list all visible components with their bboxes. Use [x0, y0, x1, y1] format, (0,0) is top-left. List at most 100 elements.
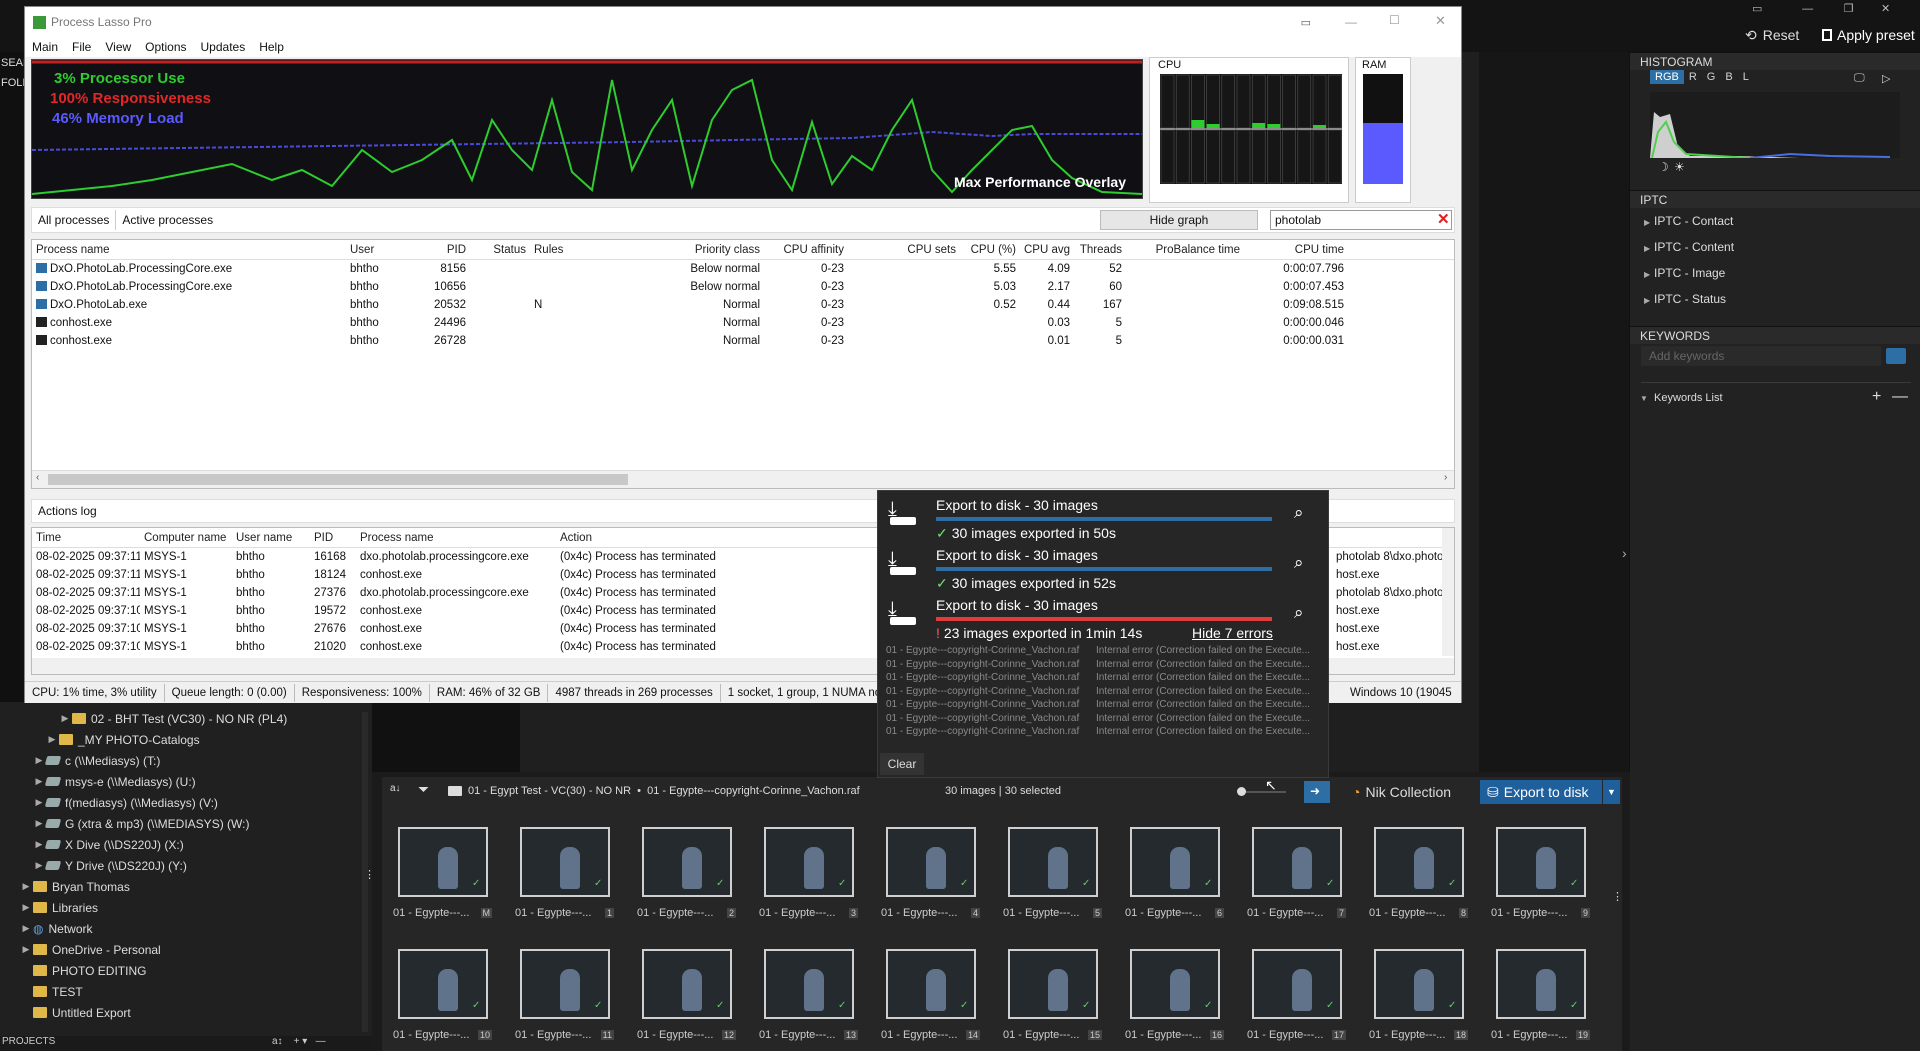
add-keywords-input[interactable]: Add keywords [1641, 346, 1881, 366]
expand-right-panel-icon[interactable]: › [1622, 545, 1627, 561]
sort-icon[interactable]: a↓ [390, 783, 401, 794]
table-row[interactable]: DxO.PhotoLab.ProcessingCore.exe bhtho 1065… [32, 278, 1454, 296]
thumbnail[interactable]: ✓ 01 - Egypte---... 9 [1484, 815, 1596, 923]
soft-proof-icon[interactable]: ▷ [1882, 72, 1890, 85]
chevron-right-icon[interactable]: ▶ [19, 881, 33, 892]
sort-icon[interactable]: a↕ + ▾ — [272, 1036, 326, 1047]
tree-item[interactable]: ▶ G (xtra & mp3) (\\MEDIASYS) (W:) [0, 813, 372, 834]
channel-rgb[interactable]: RGB [1650, 70, 1684, 84]
tree-item[interactable]: ▶ ◍ Network [0, 918, 372, 939]
tree-item[interactable]: PHOTO EDITING [0, 960, 372, 981]
log-vscrollbar[interactable] [1442, 528, 1454, 656]
nik-collection-button[interactable]: ◔ Nik Collection [1352, 781, 1451, 803]
tree-item[interactable]: ▶ 02 - BHT Test (VC30) - NO NR (PL4) [0, 708, 372, 729]
iptc-image-section[interactable]: ▶ IPTC - Image [1630, 260, 1920, 286]
chevron-right-icon[interactable]: ▶ [32, 839, 46, 850]
menu-help[interactable]: Help [252, 40, 291, 54]
chevron-right-icon[interactable]: ▶ [32, 818, 46, 829]
channel-r[interactable]: R [1684, 70, 1702, 84]
overlay-toggle-icon[interactable]: ▭ [1301, 16, 1311, 29]
column-header[interactable]: Computer name [140, 532, 232, 544]
shadow-clip-icon[interactable]: ☽ [1658, 160, 1669, 174]
scroll-left-icon[interactable]: ‹ [36, 472, 39, 483]
keywords-tree-icon[interactable] [1886, 348, 1906, 364]
export-to-disk-button[interactable]: ⛁ Export to disk [1480, 780, 1602, 804]
chevron-right-icon[interactable]: ▶ [32, 860, 46, 871]
column-header[interactable]: Rules [530, 244, 638, 256]
tree-item[interactable]: ▶ c (\\Mediasys) (T:) [0, 750, 372, 771]
thumbnail[interactable]: ✓ 01 - Egypte---... 10 [386, 937, 498, 1045]
window-controls[interactable]: ▭ — ❐ ✕ [1752, 2, 1890, 15]
keywords-list-toggle[interactable]: ▼ Keywords List [1640, 392, 1723, 404]
thumbnail[interactable]: ✓ 01 - Egypte---... 13 [752, 937, 864, 1045]
column-header[interactable]: PID [310, 532, 356, 544]
process-search-input[interactable]: photolab [1270, 210, 1452, 230]
maximize-icon[interactable]: ☐ [1389, 13, 1400, 27]
column-header[interactable]: Status [470, 244, 530, 256]
thumbnail[interactable]: ✓ 01 - Egypte---... 18 [1362, 937, 1474, 1045]
chevron-right-icon[interactable]: ▶ [32, 755, 46, 766]
hide-errors-link[interactable]: Hide 7 errors [1192, 625, 1273, 641]
actions-log-tab[interactable]: Actions log [32, 501, 103, 521]
apply-preset-button[interactable]: Apply preset [1822, 24, 1915, 46]
hide-graph-button[interactable]: Hide graph [1100, 210, 1258, 230]
menu-file[interactable]: File [65, 40, 98, 54]
export-dropdown-button[interactable]: ▼ [1603, 780, 1620, 804]
thumbnail[interactable]: ✓ 01 - Egypte---... 2 [630, 815, 742, 923]
clear-search-icon[interactable]: ✕ [1437, 210, 1450, 228]
channel-g[interactable]: G [1702, 70, 1721, 84]
thumbnail[interactable]: ✓ 01 - Egypte---... 6 [1118, 815, 1230, 923]
thumbnail[interactable]: ✓ 01 - Egypte---... 8 [1362, 815, 1474, 923]
table-row[interactable]: DxO.PhotoLab.exe bhtho 20532 N Normal 0-23 0.5… [32, 296, 1454, 314]
add-keyword-icon[interactable]: + [1872, 388, 1881, 406]
column-header[interactable]: Process name [32, 244, 346, 256]
thumbnail[interactable]: ✓ 01 - Egypte---... M [386, 815, 498, 923]
tree-item[interactable]: ▶ X Dive (\\DS220J) (X:) [0, 834, 372, 855]
panel-resize-handle[interactable]: ⋮ [364, 868, 375, 881]
column-header[interactable]: CPU time [1244, 244, 1348, 256]
thumbnail[interactable]: ✓ 01 - Egypte---... 11 [508, 937, 620, 1045]
menu-main[interactable]: Main [25, 40, 65, 54]
iptc-content-section[interactable]: ▶ IPTC - Content [1630, 234, 1920, 260]
thumb-size-slider[interactable] [1237, 787, 1286, 796]
column-header[interactable]: CPU avg [1020, 244, 1074, 256]
thumbnail[interactable]: ✓ 01 - Egypte---... 19 [1484, 937, 1596, 1045]
column-header[interactable]: ProBalance time [1126, 244, 1244, 256]
tab-all-processes[interactable]: All processes [32, 210, 117, 230]
table-row[interactable]: conhost.exe bhtho 24496 Normal 0-23 0.03 5 0:00… [32, 314, 1454, 332]
thumbnail[interactable]: ✓ 01 - Egypte---... 14 [874, 937, 986, 1045]
tree-item[interactable]: ▶ _MY PHOTO-Catalogs [0, 729, 372, 750]
column-header[interactable]: CPU sets [848, 244, 960, 256]
breadcrumb[interactable]: 01 - Egypt Test - VC(30) - NO NR • 01 - … [468, 785, 860, 797]
menu-options[interactable]: Options [138, 40, 193, 54]
menu-view[interactable]: View [98, 40, 138, 54]
tree-item[interactable]: ▶ Y Drive (\\DS220J) (Y:) [0, 855, 372, 876]
column-header[interactable]: CPU (%) [960, 244, 1020, 256]
thumbnail[interactable]: ✓ 01 - Egypte---... 12 [630, 937, 742, 1045]
thumbnail[interactable]: ✓ 01 - Egypte---... 15 [996, 937, 1108, 1045]
scroll-right-icon[interactable]: › [1444, 472, 1447, 483]
search-icon[interactable]: ⌕ [1294, 603, 1304, 623]
filter-icon[interactable]: ⏷ [418, 781, 429, 798]
chevron-right-icon[interactable]: ▶ [58, 713, 72, 724]
column-header[interactable]: Time [32, 532, 140, 544]
tree-item[interactable]: ▶ Bryan Thomas [0, 876, 372, 897]
column-header[interactable]: Threads [1074, 244, 1126, 256]
tree-item[interactable]: ▶ msys-e (\\Mediasys) (U:) [0, 771, 372, 792]
tree-item[interactable]: ▶ OneDrive - Personal [0, 939, 372, 960]
menu-updates[interactable]: Updates [194, 40, 253, 54]
column-header[interactable]: CPU affinity [764, 244, 848, 256]
chevron-right-icon[interactable]: ▶ [32, 797, 46, 808]
chevron-right-icon[interactable]: ▶ [19, 902, 33, 913]
filmstrip-resize-handle[interactable]: ⋮ [1612, 890, 1623, 903]
thumbnail[interactable]: ✓ 01 - Egypte---... 17 [1240, 937, 1352, 1045]
tree-item[interactable]: ▶ f(mediasys) (\\Mediasys) (V:) [0, 792, 372, 813]
tab-active-processes[interactable]: Active processes [116, 210, 219, 230]
chevron-right-icon[interactable]: ▶ [45, 734, 59, 745]
horizontal-scrollbar[interactable]: ‹ › [32, 470, 1454, 488]
table-row[interactable]: DxO.PhotoLab.ProcessingCore.exe bhtho 8156… [32, 260, 1454, 278]
search-icon[interactable]: ⌕ [1294, 553, 1304, 573]
chevron-right-icon[interactable]: ▶ [32, 776, 46, 787]
table-row[interactable]: conhost.exe bhtho 26728 Normal 0-23 0.01 5 0:00… [32, 332, 1454, 350]
chevron-right-icon[interactable]: ▶ [19, 944, 33, 955]
